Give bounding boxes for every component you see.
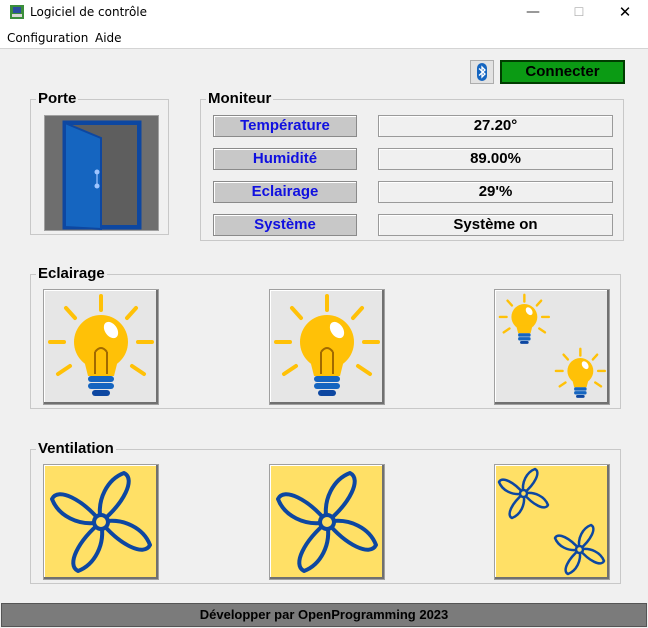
menu-bar: Configuration Aide <box>0 28 648 47</box>
fan-2-button[interactable] <box>269 464 385 580</box>
humidity-value: 89.00% <box>378 148 613 170</box>
menu-aide[interactable]: Aide <box>95 31 122 45</box>
moniteur-title: Moniteur <box>206 90 274 107</box>
menu-configuration[interactable]: Configuration <box>7 31 88 45</box>
fan-1-button[interactable] <box>43 464 159 580</box>
bluetooth-icon <box>477 63 487 81</box>
system-value: Système on <box>378 214 613 236</box>
fan-icon <box>276 471 378 573</box>
close-button[interactable]: ✕ <box>602 0 648 27</box>
app-icon <box>10 5 24 19</box>
system-label: Système <box>213 214 357 236</box>
status-bar: Développer par OpenProgramming 2023 <box>1 603 647 627</box>
ventilation-title: Ventilation <box>36 440 116 457</box>
all-lights-icon <box>498 293 607 398</box>
porte-group: Porte <box>30 91 169 235</box>
lighting-value: 29'% <box>378 181 613 203</box>
humidity-label: Humidité <box>213 148 357 170</box>
fan-icon <box>50 471 152 573</box>
minimize-button[interactable]: — <box>510 0 556 27</box>
eclairage-group: Eclairage <box>30 266 621 409</box>
lighting-label: Eclairage <box>213 181 357 203</box>
light-bulb-icon <box>274 294 380 396</box>
bluetooth-button[interactable] <box>470 60 494 84</box>
light-1-button[interactable] <box>43 289 159 405</box>
title-bar: Logiciel de contrôle — ☐ ✕ <box>0 0 648 27</box>
connect-button[interactable]: Connecter <box>500 60 625 84</box>
maximize-button[interactable]: ☐ <box>556 0 602 27</box>
light-bulb-icon <box>48 294 154 396</box>
door-button[interactable] <box>44 115 159 231</box>
temperature-label: Température <box>213 115 357 137</box>
window-title: Logiciel de contrôle <box>30 5 148 19</box>
temperature-value: 27.20° <box>378 115 613 137</box>
ventilation-group: Ventilation <box>30 441 621 584</box>
eclairage-title: Eclairage <box>36 265 107 282</box>
porte-title: Porte <box>36 90 79 107</box>
all-fans-icon <box>497 467 606 576</box>
all-fans-button[interactable] <box>494 464 610 580</box>
door-open-icon <box>45 116 158 230</box>
light-2-button[interactable] <box>269 289 385 405</box>
all-lights-button[interactable] <box>494 289 610 405</box>
moniteur-group: Moniteur Température 27.20° Humidité 89.… <box>200 91 624 241</box>
main-panel: Connecter Porte Moniteur Température 27.… <box>0 48 648 628</box>
